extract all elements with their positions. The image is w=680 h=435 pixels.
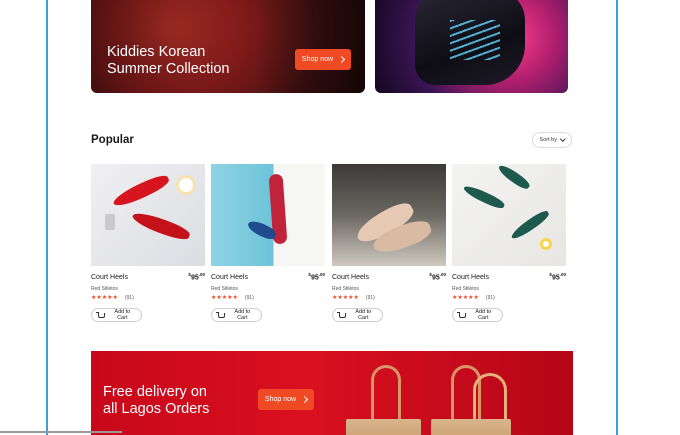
hero-title: Kiddies Korean Summer Collection xyxy=(107,44,230,78)
hero-banner-boots[interactable] xyxy=(375,0,568,93)
product-price: $95.00 xyxy=(549,272,566,281)
price-whole: 95 xyxy=(551,274,560,282)
add-to-cart-button[interactable]: Add to Cart xyxy=(91,308,142,323)
price-whole: 95 xyxy=(431,274,440,282)
bag-handle-shape xyxy=(473,373,507,423)
chevron-right-icon xyxy=(301,395,309,404)
price-cents: .00 xyxy=(559,272,566,277)
add-to-cart-label: Add to Cart xyxy=(234,309,251,322)
delivery-shop-now-button[interactable]: Shop now xyxy=(258,389,314,410)
star-icons: ★★★★★ xyxy=(452,295,479,302)
product-rating: ★★★★★ (91) xyxy=(332,295,446,301)
hero-title-line1: Kiddies Korean xyxy=(107,44,206,60)
price-cents: .00 xyxy=(439,272,446,277)
add-to-cart-label: Add to Cart xyxy=(114,309,131,322)
red-heel-shape xyxy=(130,209,192,243)
boot-laces-image xyxy=(450,20,500,60)
product-name[interactable]: Court Heels xyxy=(91,274,128,281)
hero-shop-now-label: Shop now xyxy=(301,56,334,63)
product-image[interactable] xyxy=(91,164,205,266)
price-cents: .00 xyxy=(318,272,325,277)
star-icons: ★★★★★ xyxy=(332,295,359,302)
hero-banner-kiddies[interactable]: Kiddies Korean Summer Collection Shop no… xyxy=(91,0,365,93)
cart-icon xyxy=(216,311,225,318)
product-brand: Red Stiletos xyxy=(452,286,479,293)
sort-by-dropdown[interactable]: Sort by xyxy=(532,132,572,148)
scroll-indicator[interactable] xyxy=(0,431,122,433)
chevron-down-icon xyxy=(560,136,566,142)
shopping-bag-image xyxy=(346,419,421,435)
cart-icon xyxy=(337,311,346,318)
green-sandal-shape xyxy=(509,208,551,242)
product-brand: Red Stiletos xyxy=(211,286,238,293)
cart-icon xyxy=(457,311,466,318)
rating-count: (91) xyxy=(485,295,495,302)
product-brand: Red Stiletos xyxy=(91,286,118,293)
flower-shape xyxy=(179,178,193,192)
red-heel-shape xyxy=(110,171,172,211)
star-icons: ★★★★★ xyxy=(211,295,238,302)
hero-shop-now-button[interactable]: Shop now xyxy=(295,49,351,70)
frame-border-right xyxy=(616,0,618,435)
product-name[interactable]: Court Heels xyxy=(452,274,489,281)
bag-handle-shape xyxy=(371,365,401,423)
sort-by-label: Sort by xyxy=(539,137,557,143)
perfume-bottle-shape xyxy=(105,214,115,230)
green-sandal-shape xyxy=(461,183,507,211)
price-whole: 95 xyxy=(190,274,199,282)
price-whole: 95 xyxy=(310,274,319,282)
product-rating: ★★★★★ (91) xyxy=(452,295,566,301)
product-price: $95.00 xyxy=(429,272,446,281)
product-card[interactable]: Court Heels $95.00 Red Stiletos ★★★★★ (9… xyxy=(332,164,446,323)
product-image[interactable] xyxy=(211,164,325,266)
rating-count: (91) xyxy=(365,295,375,302)
add-to-cart-button[interactable]: Add to Cart xyxy=(452,308,503,323)
star-icons: ★★★★★ xyxy=(91,295,118,302)
product-rating: ★★★★★ (91) xyxy=(211,295,325,301)
product-price: $95.00 xyxy=(308,272,325,281)
rating-count: (91) xyxy=(124,295,134,302)
product-name[interactable]: Court Heels xyxy=(332,274,369,281)
product-name[interactable]: Court Heels xyxy=(211,274,248,281)
chevron-right-icon xyxy=(338,55,346,64)
rating-count: (91) xyxy=(244,295,254,302)
cart-icon xyxy=(96,311,105,318)
product-image[interactable] xyxy=(332,164,446,266)
flower-shape xyxy=(540,238,552,250)
add-to-cart-button[interactable]: Add to Cart xyxy=(211,308,262,323)
product-price: $95.00 xyxy=(188,272,205,281)
delivery-title-line1: Free delivery on xyxy=(103,384,207,400)
frame-border-left xyxy=(46,0,48,435)
product-rating: ★★★★★ (91) xyxy=(91,295,205,301)
product-card[interactable]: Court Heels $95.00 Red Stiletos ★★★★★ (9… xyxy=(211,164,325,323)
delivery-shop-now-label: Shop now xyxy=(264,396,297,403)
delivery-banner[interactable]: Free delivery on all Lagos Orders Shop n… xyxy=(91,351,573,435)
product-image[interactable] xyxy=(452,164,566,266)
product-brand: Red Stiletos xyxy=(332,286,359,293)
add-to-cart-label: Add to Cart xyxy=(355,309,372,322)
hero-title-line2: Summer Collection xyxy=(107,61,230,77)
shopping-bag-image xyxy=(431,419,511,435)
delivery-title-line2: all Lagos Orders xyxy=(103,401,210,417)
product-card[interactable]: Court Heels $95.00 Red Stiletos ★★★★★ (9… xyxy=(91,164,205,323)
add-to-cart-label: Add to Cart xyxy=(475,309,492,322)
price-cents: .00 xyxy=(198,272,205,277)
delivery-title: Free delivery on all Lagos Orders xyxy=(103,384,209,418)
add-to-cart-button[interactable]: Add to Cart xyxy=(332,308,383,323)
section-title-popular: Popular xyxy=(91,134,134,146)
product-card[interactable]: Court Heels $95.00 Red Stiletos ★★★★★ (9… xyxy=(452,164,566,323)
green-sandal-shape xyxy=(496,164,532,192)
